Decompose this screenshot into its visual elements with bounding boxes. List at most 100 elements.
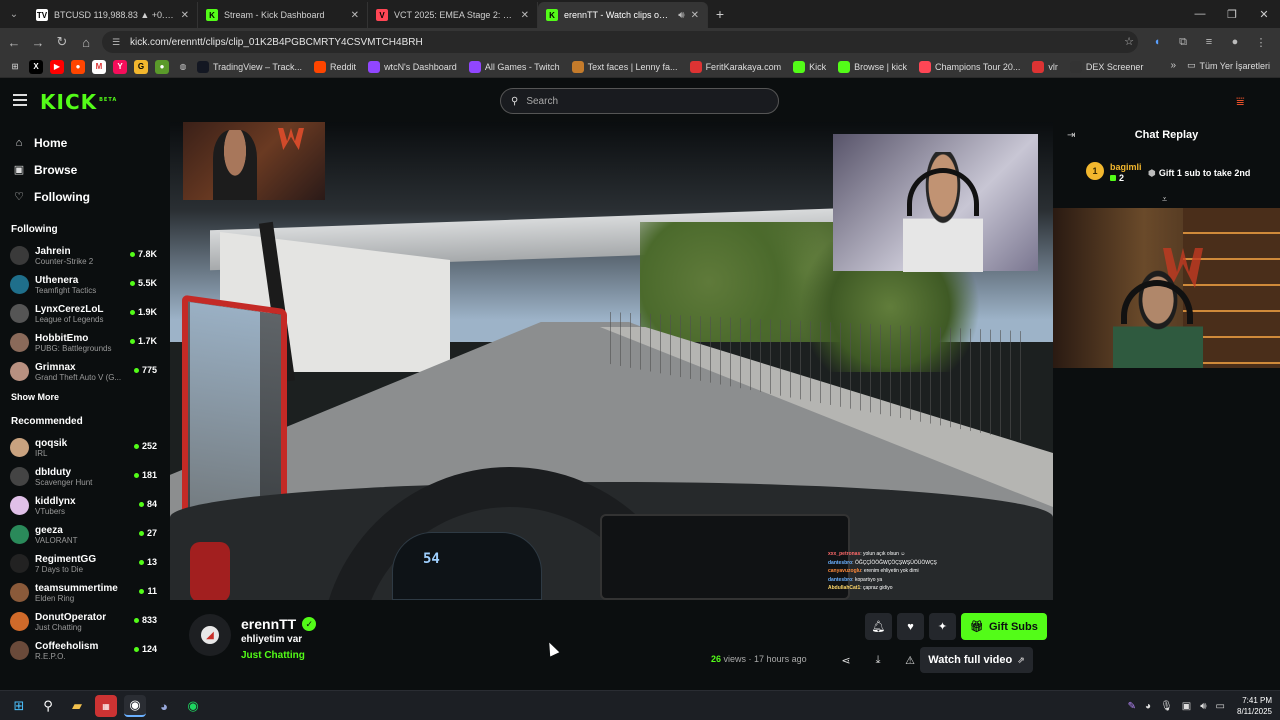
channel-item[interactable]: DonutOperator Just Chatting 833 <box>0 607 168 636</box>
channel-item[interactable]: LynxCerezLoL League of Legends 1.9K <box>0 299 168 328</box>
taskbar-search-icon[interactable]: ⚲ <box>37 695 59 717</box>
bookmark-item[interactable]: Champions Tour 20... <box>918 60 1020 73</box>
notify-bell-button[interactable]: 🔔︎ <box>865 613 892 640</box>
pinned-expand-icon[interactable]: ⩡ <box>1162 194 1167 205</box>
site-info-icon[interactable]: ☰ <box>112 37 124 48</box>
apps-icon[interactable]: ⊞ <box>8 60 22 74</box>
download-icon[interactable]: ⤓ <box>862 654 894 667</box>
channel-name[interactable]: erennTT ✓ <box>241 616 317 632</box>
chat-username[interactable]: bagimli <box>1110 162 1142 172</box>
home-icon[interactable]: ⌂ <box>74 30 98 54</box>
extension-icon[interactable]: ◖ <box>1144 30 1170 54</box>
tab-close-icon[interactable]: ✕ <box>181 10 189 21</box>
browser-tab[interactable]: V VCT 2025: EMEA Stage 2: Brack ✕ <box>368 2 538 28</box>
bookmark-item[interactable]: wtcN's Dashboard <box>368 60 457 73</box>
hamburger-menu-icon[interactable] <box>13 94 27 106</box>
tray-volume-icon[interactable]: 🔊︎ <box>1200 701 1206 712</box>
media-icon[interactable]: ≡ <box>1196 30 1222 54</box>
user-avatar[interactable]: ⩸ <box>1236 94 1252 108</box>
yahoo-icon[interactable]: Y <box>113 59 127 74</box>
more-bookmarks-icon[interactable]: » <box>1170 60 1176 71</box>
channel-avatar-icon <box>10 275 29 294</box>
back-icon[interactable]: ← <box>2 30 26 54</box>
file-explorer-icon[interactable]: ▰ <box>66 695 88 717</box>
forward-icon[interactable]: → <box>26 30 50 54</box>
reddit-icon[interactable]: ● <box>71 59 85 74</box>
x-icon[interactable]: X <box>29 59 43 74</box>
channel-item[interactable]: teamsummertime Elden Ring 11 <box>0 578 168 607</box>
globe-icon[interactable]: ◍ <box>176 60 190 74</box>
maximize-icon[interactable]: ❐ <box>1216 0 1248 28</box>
bookmark-item[interactable]: Reddit <box>314 60 356 73</box>
tab-close-icon[interactable]: ✕ <box>691 10 699 21</box>
bookmark-item[interactable]: All Games - Twitch <box>468 60 560 73</box>
sidebar-nav-home[interactable]: ⌂ Home <box>0 129 168 156</box>
kick-logo[interactable]: KICK BETA <box>40 90 117 114</box>
browser-tab[interactable]: K Stream - Kick Dashboard ✕ <box>198 2 368 28</box>
minimize-icon[interactable]: — <box>1184 0 1216 28</box>
menu-icon[interactable]: ⋮ <box>1248 30 1274 54</box>
bookmark-item[interactable]: FeritKarakaya.com <box>689 60 781 73</box>
gmail-icon[interactable]: M <box>92 59 106 74</box>
profile-icon[interactable]: ● <box>1222 30 1248 54</box>
gift-subs-button[interactable]: 🎁︎ Gift Subs <box>961 613 1047 640</box>
tab-close-icon[interactable]: ✕ <box>521 10 529 21</box>
taskbar-clock[interactable]: 7:41 PM 8/11/2025 <box>1237 695 1272 717</box>
channel-item[interactable]: RegimentGG 7 Days to Die 13 <box>0 549 168 578</box>
close-window-icon[interactable]: ✕ <box>1248 0 1280 28</box>
bookmark-item[interactable]: Kick <box>793 60 826 73</box>
channel-item[interactable]: dbIduty Scavenger Hunt 181 <box>0 462 168 491</box>
youtube-icon[interactable]: ▶ <box>50 59 64 74</box>
tray-network-icon[interactable]: ▣ <box>1182 701 1191 712</box>
follow-heart-button[interactable]: ♥ <box>897 613 924 640</box>
channel-item[interactable]: qoqsik IRL 252 <box>0 433 168 462</box>
channel-category: Grand Theft Auto V (G... <box>35 372 122 382</box>
channel-item[interactable]: HobbitEmo PUBG: Battlegrounds 1.7K <box>0 328 168 357</box>
channel-item[interactable]: Grimnax Grand Theft Auto V (G... 775 <box>0 357 168 386</box>
tab-close-icon[interactable]: ✕ <box>351 10 359 21</box>
bookmark-item[interactable]: vlr <box>1032 60 1058 73</box>
share-icon[interactable]: ⋖ <box>830 654 862 667</box>
spotify-icon[interactable]: ◉ <box>182 695 204 717</box>
browser-tab[interactable]: TV BTCUSD 119,988.83 ▲ +0.57% | ✕ <box>28 2 198 28</box>
bookmark-g-icon[interactable]: G <box>134 59 148 74</box>
tray-steam-icon[interactable]: ◕ <box>1145 701 1151 712</box>
channel-item[interactable]: Coffeeholism R.E.P.O. 124 <box>0 636 168 665</box>
search-input[interactable]: ⚲ Search <box>500 88 779 114</box>
windows-start-icon[interactable]: ⊞ <box>8 695 30 717</box>
tab-audio-icon[interactable]: 🔊︎ <box>678 10 684 21</box>
channel-item[interactable]: geeza VALORANT 27 <box>0 520 168 549</box>
bookmark-item[interactable]: DEX Screener <box>1069 60 1143 73</box>
url-input[interactable]: ☰ kick.com/erenntt/clips/clip_01K2B4PGBC… <box>102 31 1138 53</box>
clip-category[interactable]: Just Chatting <box>241 650 305 661</box>
steam-icon[interactable]: ◕ <box>153 695 175 717</box>
browser-tab[interactable]: KerennTT - Watch clips on K 🔊︎ ✕ <box>538 2 708 28</box>
media-app-icon[interactable]: ▦ <box>95 695 117 717</box>
new-tab-button[interactable]: + <box>708 6 732 22</box>
show-more-button[interactable]: Show More <box>0 392 168 402</box>
viewer-count-value: 5.5K <box>137 278 157 288</box>
bookmark-item[interactable]: Browse | kick <box>838 60 907 73</box>
channel-item[interactable]: Jahrein Counter-Strike 2 7.8K <box>0 241 168 270</box>
all-bookmarks[interactable]: ▭ Tüm Yer İşaretleri <box>1187 60 1270 71</box>
sidebar-nav-following[interactable]: ♡ Following <box>0 183 168 210</box>
sparkle-button[interactable]: ✦ <box>929 613 956 640</box>
watch-full-video-button[interactable]: Watch full video ⇗ <box>920 647 1033 673</box>
tray-pen-icon[interactable]: ✎ <box>1128 701 1136 712</box>
sidebar-nav-browse[interactable]: ▣ Browse <box>0 156 168 183</box>
tray-mic-icon[interactable]: 🎙︎ <box>1160 701 1173 712</box>
chrome-icon[interactable]: ◉ <box>124 695 146 717</box>
reload-icon[interactable]: ↻ <box>50 30 74 54</box>
video-player[interactable]: 54 xxx_petronas: yolun açık olsun ☺ dante… <box>170 122 1053 600</box>
bookmark-leaf-icon[interactable]: ● <box>155 59 169 74</box>
bookmark-item[interactable]: TradingView – Track... <box>197 60 302 73</box>
gift-subs-label: Gift Subs <box>988 620 1038 633</box>
bookmark-item[interactable]: Text faces | Lenny fa... <box>571 60 678 73</box>
channel-item[interactable]: kiddlynx VTubers 84 <box>0 491 168 520</box>
extensions-icon[interactable]: ⧉ <box>1170 30 1196 54</box>
tray-battery-icon[interactable]: ▭ <box>1216 701 1225 712</box>
channel-avatar[interactable]: ◢ <box>189 614 231 656</box>
bookmark-star-icon[interactable]: ☆ <box>1124 35 1134 48</box>
channel-item[interactable]: Uthenera Teamfight Tactics 5.5K <box>0 270 168 299</box>
tab-search-icon[interactable]: ⌄ <box>0 0 28 28</box>
